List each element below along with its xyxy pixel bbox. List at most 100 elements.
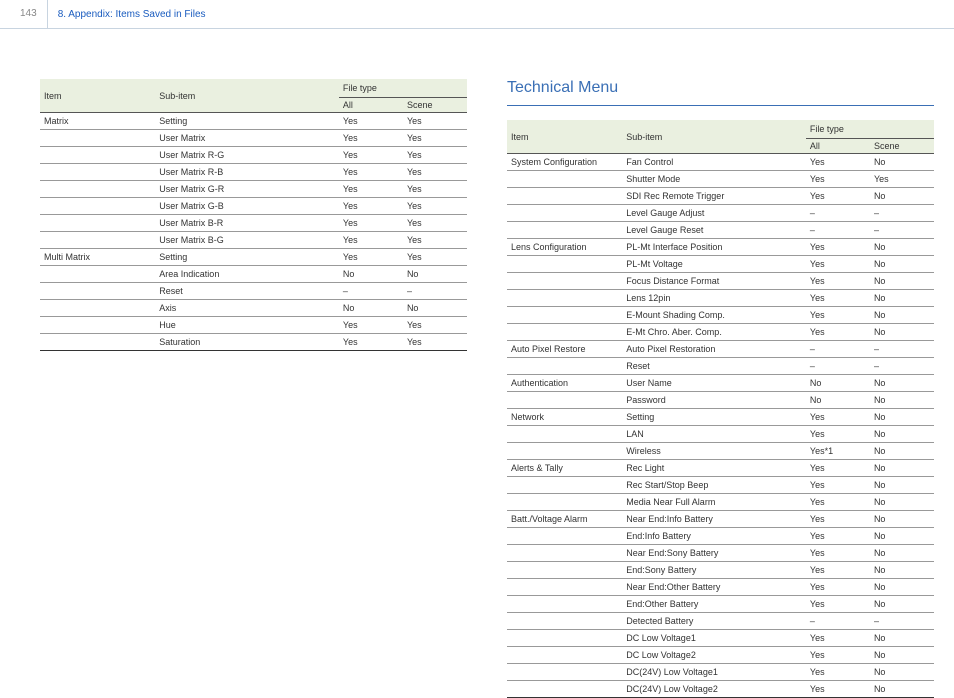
cell-item <box>507 256 622 273</box>
cell-all: Yes <box>339 215 403 232</box>
cell-item <box>507 188 622 205</box>
cell-subitem: DC(24V) Low Voltage1 <box>622 664 806 681</box>
breadcrumb[interactable]: 8. Appendix: Items Saved in Files <box>48 9 206 20</box>
cell-all: No <box>339 300 403 317</box>
cell-all: Yes <box>806 171 870 188</box>
cell-item <box>40 317 155 334</box>
cell-scene: Yes <box>403 181 467 198</box>
table-row: Detected Battery–– <box>507 613 934 630</box>
cell-subitem: User Matrix B-G <box>155 232 339 249</box>
cell-subitem: Level Gauge Adjust <box>622 205 806 222</box>
cell-all: Yes <box>806 307 870 324</box>
th-all: All <box>806 139 870 154</box>
cell-all: Yes <box>339 249 403 266</box>
cell-all: – <box>806 341 870 358</box>
table-row: Alerts & TallyRec LightYesNo <box>507 460 934 477</box>
cell-scene: – <box>870 358 934 375</box>
cell-scene: No <box>870 477 934 494</box>
cell-all: Yes <box>806 562 870 579</box>
cell-item: Matrix <box>40 113 155 130</box>
cell-scene: Yes <box>403 113 467 130</box>
cell-subitem: Near End:Info Battery <box>622 511 806 528</box>
th-scene: Scene <box>403 98 467 113</box>
cell-all: Yes <box>339 181 403 198</box>
cell-subitem: End:Other Battery <box>622 596 806 613</box>
cell-scene: No <box>870 256 934 273</box>
cell-scene: No <box>403 266 467 283</box>
cell-all: No <box>806 375 870 392</box>
table-row: AxisNoNo <box>40 300 467 317</box>
cell-item <box>507 579 622 596</box>
table-row: Level Gauge Reset–– <box>507 222 934 239</box>
table-row: Near End:Other BatteryYesNo <box>507 579 934 596</box>
cell-scene: No <box>870 239 934 256</box>
table-row: Auto Pixel RestoreAuto Pixel Restoration… <box>507 341 934 358</box>
cell-scene: No <box>870 324 934 341</box>
table-row: Lens 12pinYesNo <box>507 290 934 307</box>
cell-scene: Yes <box>403 130 467 147</box>
cell-subitem: E-Mount Shading Comp. <box>622 307 806 324</box>
cell-item <box>40 198 155 215</box>
cell-item: Batt./Voltage Alarm <box>507 511 622 528</box>
cell-scene: No <box>870 426 934 443</box>
cell-all: No <box>806 392 870 409</box>
cell-all: Yes <box>806 494 870 511</box>
cell-item <box>507 528 622 545</box>
cell-subitem: Near End:Sony Battery <box>622 545 806 562</box>
cell-scene: Yes <box>403 232 467 249</box>
cell-all: Yes <box>806 681 870 698</box>
cell-all: Yes <box>806 528 870 545</box>
cell-all: Yes <box>806 579 870 596</box>
cell-scene: – <box>403 283 467 300</box>
th-scene: Scene <box>870 139 934 154</box>
table-row: User Matrix R-BYesYes <box>40 164 467 181</box>
table-row: Lens ConfigurationPL-Mt Interface Positi… <box>507 239 934 256</box>
cell-item <box>507 596 622 613</box>
th-item: Item <box>507 120 622 154</box>
cell-item <box>507 613 622 630</box>
cell-all: Yes <box>806 545 870 562</box>
cell-item: Lens Configuration <box>507 239 622 256</box>
cell-scene: No <box>870 443 934 460</box>
table-row: Shutter ModeYesYes <box>507 171 934 188</box>
cell-item <box>40 181 155 198</box>
cell-all: Yes <box>806 273 870 290</box>
cell-scene: No <box>870 392 934 409</box>
cell-item <box>507 222 622 239</box>
cell-all: Yes <box>806 596 870 613</box>
cell-item <box>40 266 155 283</box>
cell-scene: No <box>870 545 934 562</box>
table-row: System ConfigurationFan ControlYesNo <box>507 154 934 171</box>
table-row: Multi MatrixSettingYesYes <box>40 249 467 266</box>
cell-scene: Yes <box>403 317 467 334</box>
cell-all: Yes <box>806 290 870 307</box>
cell-subitem: User Name <box>622 375 806 392</box>
table-row: DC(24V) Low Voltage1YesNo <box>507 664 934 681</box>
cell-subitem: DC Low Voltage2 <box>622 647 806 664</box>
table-row: MatrixSettingYesYes <box>40 113 467 130</box>
cell-all: – <box>806 358 870 375</box>
cell-all: Yes <box>339 147 403 164</box>
table-row: E-Mt Chro. Aber. Comp.YesNo <box>507 324 934 341</box>
cell-scene: No <box>870 579 934 596</box>
cell-item <box>507 324 622 341</box>
th-all: All <box>339 98 403 113</box>
table-row: Media Near Full AlarmYesNo <box>507 494 934 511</box>
cell-subitem: DC(24V) Low Voltage2 <box>622 681 806 698</box>
cell-subitem: Focus Distance Format <box>622 273 806 290</box>
cell-item <box>507 273 622 290</box>
table-row: DC Low Voltage1YesNo <box>507 630 934 647</box>
cell-all: Yes <box>806 426 870 443</box>
cell-item <box>40 130 155 147</box>
cell-subitem: Rec Start/Stop Beep <box>622 477 806 494</box>
cell-subitem: PL-Mt Interface Position <box>622 239 806 256</box>
cell-subitem: PL-Mt Voltage <box>622 256 806 273</box>
cell-item <box>507 545 622 562</box>
cell-all: Yes*1 <box>806 443 870 460</box>
cell-item <box>507 443 622 460</box>
cell-all: Yes <box>806 664 870 681</box>
cell-scene: Yes <box>403 198 467 215</box>
cell-subitem: SDI Rec Remote Trigger <box>622 188 806 205</box>
right-table: Item Sub-item File type All Scene System… <box>507 120 934 698</box>
cell-all: – <box>806 222 870 239</box>
